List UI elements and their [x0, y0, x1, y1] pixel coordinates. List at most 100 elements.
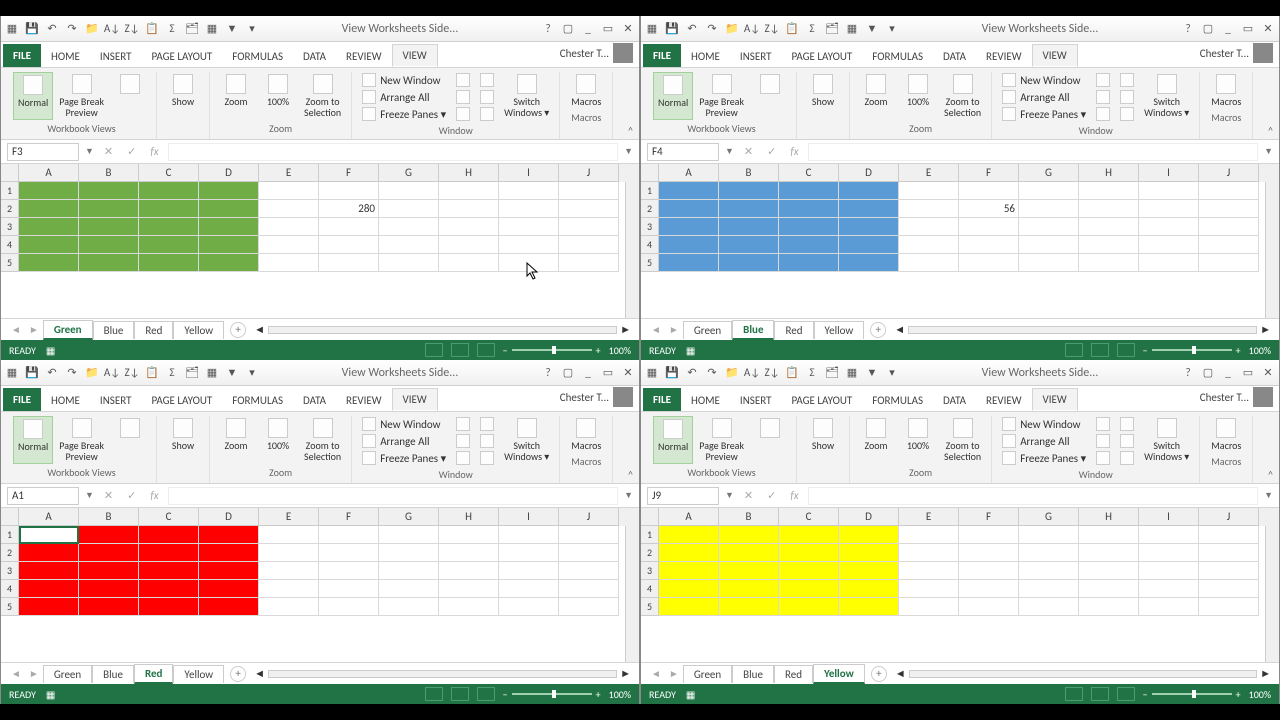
- cell[interactable]: [959, 580, 1019, 598]
- row-header[interactable]: 2: [641, 200, 659, 218]
- cell[interactable]: [139, 254, 199, 272]
- window-opt2-0[interactable]: [476, 416, 498, 432]
- redo-icon[interactable]: ↷: [705, 366, 719, 380]
- cell[interactable]: [1199, 200, 1259, 218]
- column-header[interactable]: E: [899, 508, 959, 526]
- sheet-tab-blue[interactable]: Blue: [92, 665, 134, 683]
- view-mode-button[interactable]: [1117, 687, 1135, 701]
- cell[interactable]: [959, 218, 1019, 236]
- expand-formula-icon[interactable]: ▼: [1264, 490, 1273, 501]
- sheet-tab-green[interactable]: Green: [683, 665, 732, 683]
- ribbon-tab-insert[interactable]: INSERT: [730, 46, 782, 67]
- folder-icon[interactable]: 🗂: [185, 366, 199, 380]
- save-icon[interactable]: 💾: [665, 366, 679, 380]
- cell[interactable]: [899, 562, 959, 580]
- normal-button[interactable]: Normal: [13, 416, 53, 464]
- cell[interactable]: [1019, 562, 1079, 580]
- cell[interactable]: [779, 562, 839, 580]
- cell[interactable]: [319, 580, 379, 598]
- column-header[interactable]: D: [839, 164, 899, 182]
- undo-icon[interactable]: ↶: [685, 22, 699, 36]
- switch-windows-button[interactable]: Switch Windows ▾: [1140, 416, 1193, 466]
- ribbon-tab-page-layout[interactable]: PAGE LAYOUT: [781, 46, 862, 67]
- cell[interactable]: [839, 544, 899, 562]
- cell[interactable]: [319, 526, 379, 544]
- column-header[interactable]: G: [379, 164, 439, 182]
- column-header[interactable]: I: [499, 508, 559, 526]
- cell[interactable]: [439, 562, 499, 580]
- tab-nav-next-icon[interactable]: ►: [25, 323, 43, 336]
- arrange-all-button[interactable]: Arrange All: [358, 89, 450, 105]
- expand-formula-icon[interactable]: ▼: [624, 490, 633, 501]
- column-header[interactable]: D: [839, 508, 899, 526]
- tab-nav-prev-icon[interactable]: ◄: [7, 323, 25, 336]
- cell[interactable]: [79, 200, 139, 218]
- cell[interactable]: [79, 598, 139, 616]
- cell[interactable]: [19, 598, 79, 616]
- redo-icon[interactable]: ↷: [65, 22, 79, 36]
- page-layout-button[interactable]: [110, 72, 150, 120]
- ribbon-tab-page-layout[interactable]: PAGE LAYOUT: [781, 390, 862, 411]
- window-opt2-2[interactable]: [1116, 450, 1138, 466]
- zoom-slider[interactable]: −+: [503, 344, 601, 357]
- cell[interactable]: [1199, 236, 1259, 254]
- paste-icon[interactable]: 📋: [785, 22, 799, 36]
- ribbon-tab-formulas[interactable]: FORMULAS: [862, 46, 933, 67]
- cell[interactable]: [259, 182, 319, 200]
- freeze-panes-button[interactable]: Freeze Panes ▾: [998, 106, 1090, 122]
- cell[interactable]: [379, 200, 439, 218]
- cell[interactable]: [19, 580, 79, 598]
- save-icon[interactable]: 💾: [25, 366, 39, 380]
- row-header[interactable]: 1: [641, 182, 659, 200]
- ribbon-tab-data[interactable]: DATA: [293, 390, 336, 411]
- cell[interactable]: [19, 526, 79, 544]
- cell[interactable]: [659, 218, 719, 236]
- tab-nav-prev-icon[interactable]: ◄: [7, 667, 25, 680]
- name-box-dropdown-icon[interactable]: ▼: [725, 146, 734, 157]
- zoom-button[interactable]: Zoom: [216, 72, 256, 120]
- cell[interactable]: [319, 598, 379, 616]
- show-button[interactable]: Show: [163, 416, 203, 453]
- zoom-button[interactable]: Zoom: [856, 72, 896, 120]
- sheet-tab-blue[interactable]: Blue: [732, 320, 774, 340]
- pivot-icon[interactable]: ▦: [205, 366, 219, 380]
- vertical-scrollbar[interactable]: [625, 182, 639, 318]
- row-header[interactable]: 3: [641, 218, 659, 236]
- zoom-out-icon[interactable]: −: [1143, 344, 1148, 357]
- cell[interactable]: [719, 182, 779, 200]
- show-button[interactable]: Show: [163, 72, 203, 109]
- window-opt-2[interactable]: [452, 106, 474, 122]
- sheet-tab-red[interactable]: Red: [134, 321, 173, 339]
- sheet-tab-red[interactable]: Red: [134, 664, 173, 684]
- cell[interactable]: [779, 218, 839, 236]
- worksheet-grid[interactable]: ABCDEFGHIJ12345: [1, 508, 639, 662]
- cell[interactable]: [439, 580, 499, 598]
- cell[interactable]: [839, 598, 899, 616]
- sort-desc-icon[interactable]: Z↓: [765, 366, 779, 380]
- row-header[interactable]: 5: [641, 598, 659, 616]
- ribbon-opts-icon[interactable]: ▢: [1201, 366, 1215, 380]
- column-header[interactable]: I: [1139, 164, 1199, 182]
- zoom-selection-button[interactable]: Zoom to Selection: [940, 416, 985, 464]
- collapse-ribbon-icon[interactable]: ^: [1268, 468, 1273, 481]
- cancel-icon[interactable]: ✕: [100, 145, 117, 158]
- restore-icon[interactable]: ▭: [601, 22, 615, 36]
- filter-icon[interactable]: ▼: [225, 22, 239, 36]
- customize-icon[interactable]: ▾: [245, 366, 259, 380]
- cell[interactable]: [1139, 526, 1199, 544]
- close-icon[interactable]: ✕: [621, 366, 635, 380]
- cell[interactable]: [259, 200, 319, 218]
- cell[interactable]: [379, 236, 439, 254]
- cell[interactable]: [379, 218, 439, 236]
- cell[interactable]: [139, 562, 199, 580]
- cell[interactable]: [439, 598, 499, 616]
- cell[interactable]: [199, 580, 259, 598]
- cell[interactable]: [439, 526, 499, 544]
- cell[interactable]: [379, 580, 439, 598]
- scroll-right-icon[interactable]: ►: [620, 667, 631, 680]
- window-opt-1[interactable]: [1092, 89, 1114, 105]
- folder-icon[interactable]: 🗂: [825, 22, 839, 36]
- column-header[interactable]: D: [199, 508, 259, 526]
- ribbon-tab-home[interactable]: HOME: [681, 46, 730, 67]
- excel-icon[interactable]: ▦: [645, 366, 659, 380]
